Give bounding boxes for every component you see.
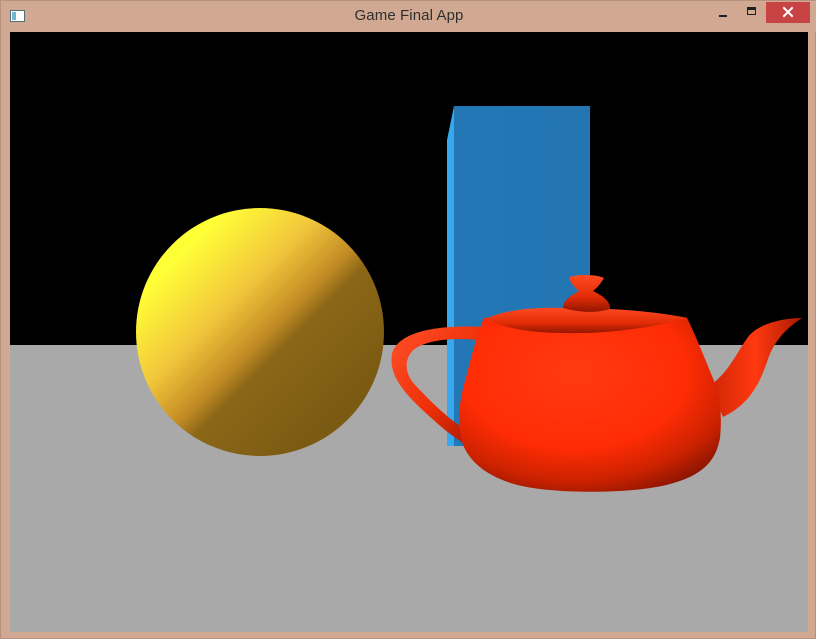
scene-render — [10, 32, 808, 632]
minimize-button[interactable] — [711, 2, 737, 23]
window-title: Game Final App — [354, 7, 464, 24]
yellow-sphere — [136, 208, 384, 456]
black-sky — [10, 32, 808, 345]
close-button[interactable] — [766, 2, 810, 23]
maximize-button[interactable] — [739, 2, 765, 23]
close-icon — [782, 6, 794, 18]
render-viewport[interactable] — [10, 32, 808, 632]
title-bar[interactable]: Game Final App — [1, 1, 816, 32]
application-window: Game Final App — [0, 0, 816, 639]
